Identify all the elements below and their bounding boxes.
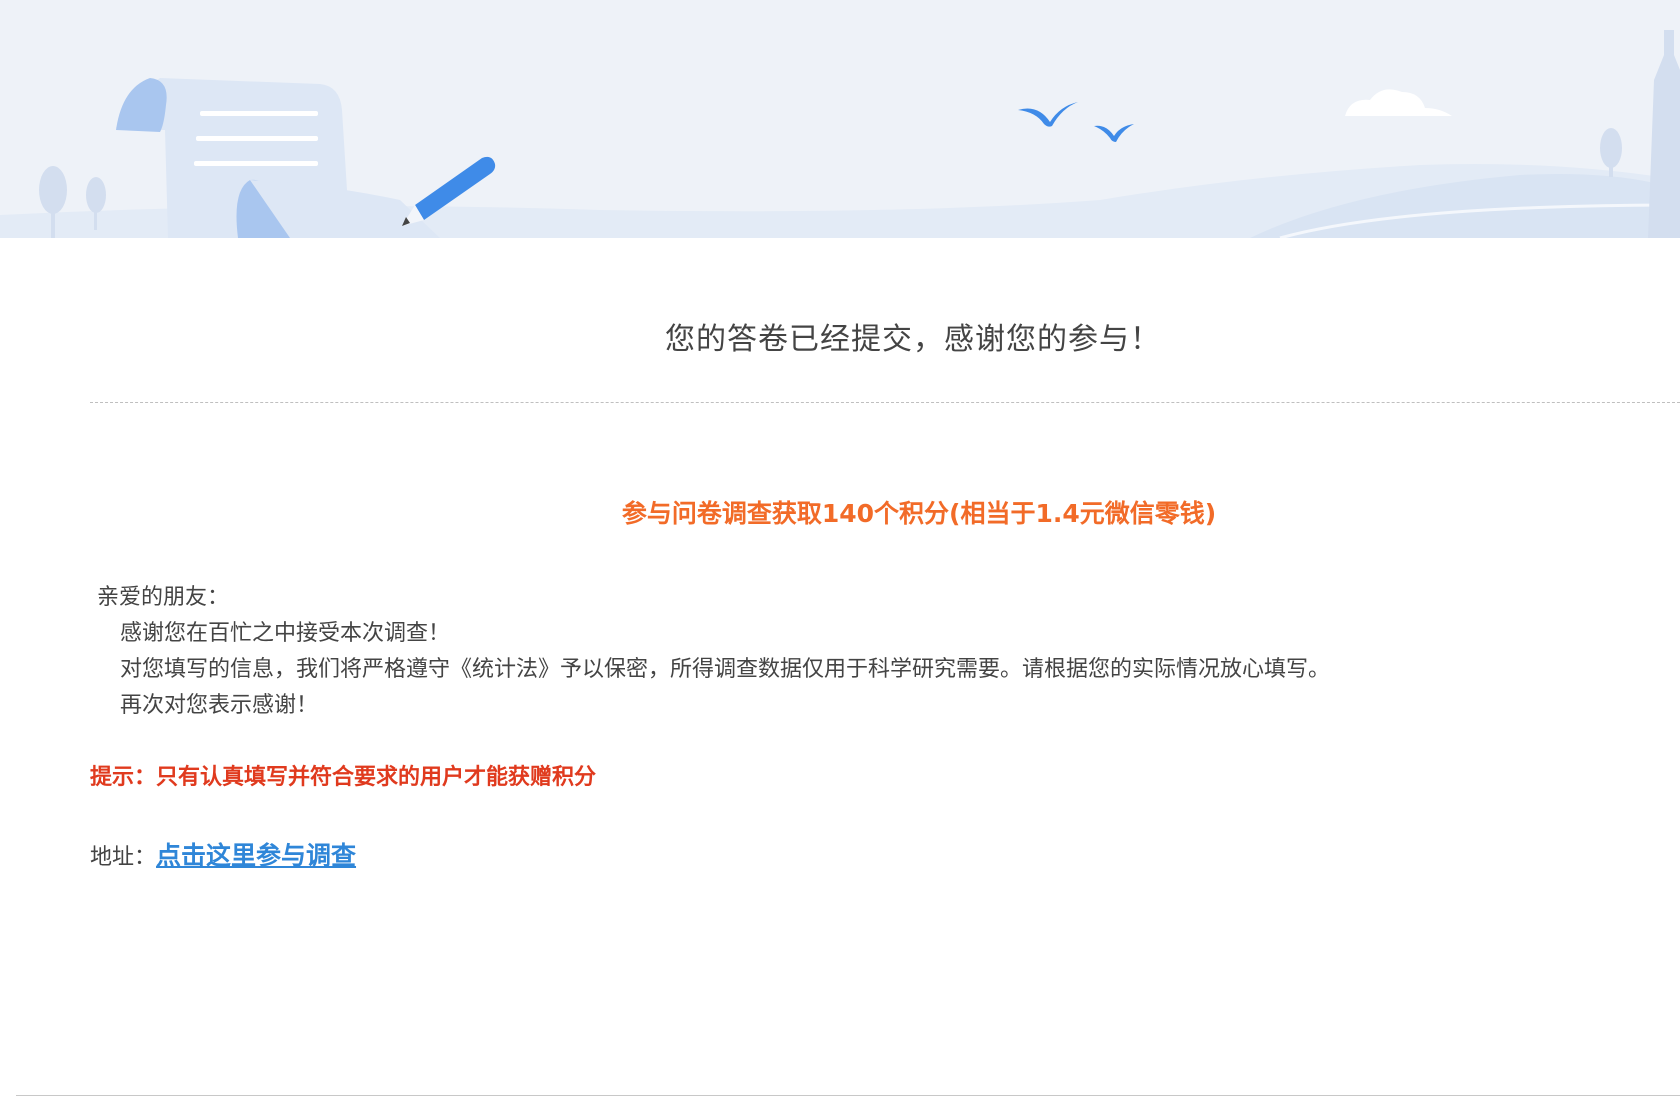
header-banner [0, 0, 1680, 238]
letter-greeting: 亲爱的朋友： [97, 585, 230, 610]
bird-icon [1018, 102, 1078, 127]
letter-line: 对您填写的信息，我们将严格遵守《统计法》予以保密，所得调查数据仅用于科学研究需要… [120, 657, 1331, 682]
survey-link[interactable]: 点击这里参与调查 [156, 841, 356, 870]
dashed-divider [90, 402, 1680, 403]
footer-divider [16, 1095, 1680, 1096]
reward-text: 参与问卷调查获取140个积分(相当于1.4元微信零钱) [621, 499, 1217, 528]
banner-illustration [0, 30, 1680, 238]
bird-icon [1094, 124, 1134, 142]
address-row: 地址：点击这里参与调查 [90, 836, 356, 878]
letter-line: 感谢您在百忙之中接受本次调查！ [120, 621, 451, 646]
letter-body: 亲爱的朋友： 感谢您在百忙之中接受本次调查！ 对您填写的信息，我们将严格遵守《统… [97, 580, 1330, 724]
tip-text: 提示：只有认真填写并符合要求的用户才能获赠积分 [90, 765, 597, 790]
page-title: 您的答卷已经提交，感谢您的参与！ [665, 322, 1161, 357]
address-label: 地址： [90, 845, 157, 870]
letter-line: 再次对您表示感谢！ [120, 693, 319, 718]
page: 您的答卷已经提交，感谢您的参与！ 参与问卷调查获取140个积分(相当于1.4元微… [0, 0, 1680, 1114]
